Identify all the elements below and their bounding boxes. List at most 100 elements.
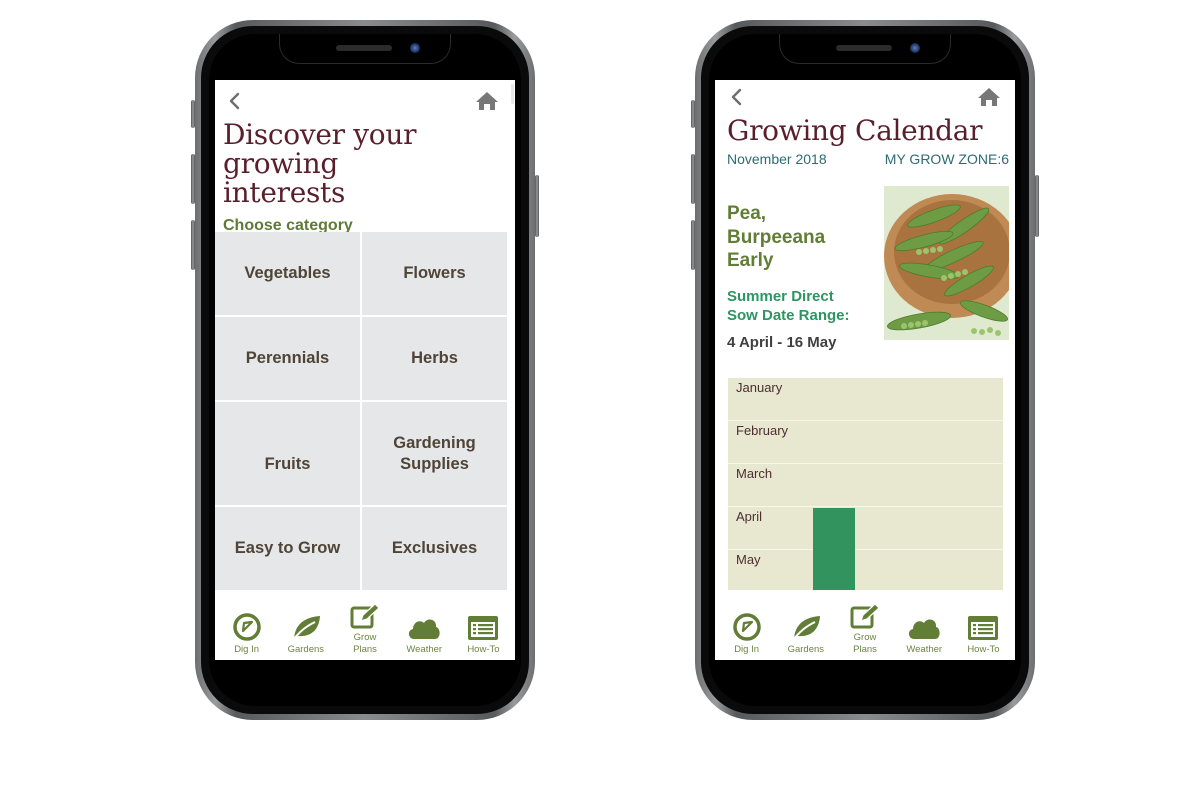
tab-how-to[interactable]: How-To: [454, 614, 513, 656]
sow-label-line-2: Sow Date Range:: [727, 306, 850, 324]
tab-label: Gardens: [787, 644, 825, 655]
tab-dig-in[interactable]: Dig In: [717, 612, 776, 656]
tab-label: Grow Plans: [853, 632, 877, 656]
sow-date-range: 4 April - 16 May: [727, 333, 837, 351]
compass-icon: [232, 613, 261, 641]
sow-range-bar: [813, 508, 855, 593]
tab-label-line-1: Grow: [353, 632, 377, 643]
home-icon[interactable]: [977, 86, 1001, 108]
tab-label: Dig In: [734, 644, 760, 655]
speaker: [336, 45, 392, 51]
list-icon: [468, 616, 499, 640]
grow-zone[interactable]: MY GROW ZONE:6: [885, 151, 1009, 167]
phone-frame-right: Growing Calendar November 2018 MY GROW Z…: [691, 20, 1039, 720]
front-camera: [410, 43, 420, 53]
category-easy-to-grow[interactable]: Easy to Grow: [215, 507, 360, 590]
volume-down-button: [191, 220, 195, 270]
volume-up-button: [191, 154, 195, 204]
tab-label-line-2: Plans: [853, 644, 877, 655]
tile-label-line-2: Supplies: [400, 454, 469, 473]
category-fruits[interactable]: Fruits: [215, 402, 360, 505]
speaker: [836, 45, 892, 51]
page-title: Growing Calendar: [727, 114, 983, 147]
tab-label: Gardens: [287, 644, 325, 655]
list-icon: [968, 616, 999, 640]
tab-label: Weather: [406, 644, 443, 655]
category-vegetables[interactable]: Vegetables: [215, 232, 360, 315]
mute-switch: [191, 100, 195, 128]
tab-label: Dig In: [234, 644, 260, 655]
plant-info: Pea, Burpeeana Early Summer Direct Sow D…: [727, 202, 850, 351]
category-exclusives[interactable]: Exclusives: [362, 507, 507, 590]
power-button: [535, 175, 539, 237]
sow-label-line-1: Summer Direct: [727, 287, 834, 305]
mute-switch: [691, 100, 695, 128]
calendar-row-february: February: [728, 421, 1003, 464]
tab-label-line-1: Grow: [853, 632, 877, 643]
category-gardening-supplies[interactable]: Gardening Supplies: [362, 402, 507, 505]
title-line-2: interests: [223, 176, 346, 209]
chevron-left-icon[interactable]: [727, 86, 747, 108]
tab-label-line-2: Plans: [353, 644, 377, 655]
tab-label: How-To: [967, 644, 1000, 655]
volume-up-button: [691, 154, 695, 204]
home-icon[interactable]: [475, 90, 499, 112]
calendar-row-april: April: [728, 507, 1003, 550]
calendar-screen: Growing Calendar November 2018 MY GROW Z…: [715, 80, 1015, 660]
title-line-1: Discover your growing: [223, 118, 417, 180]
tab-grow-plans[interactable]: Grow Plans: [835, 602, 894, 656]
cloud-icon: [409, 619, 440, 639]
tab-grow-plans[interactable]: Grow Plans: [335, 602, 394, 656]
leaf-icon: [292, 616, 320, 641]
page-title: Discover your growing interests: [215, 120, 515, 207]
edit-icon: [850, 603, 880, 629]
tab-label: Grow Plans: [353, 632, 377, 656]
plant-photo: [884, 186, 1009, 340]
edit-icon: [350, 603, 380, 629]
plant-name-line-1: Pea,: [727, 203, 767, 224]
category-grid: Vegetables Flowers Perennials Herbs Frui…: [215, 232, 507, 590]
category-perennials[interactable]: Perennials: [215, 317, 360, 400]
sow-date-label: Summer Direct Sow Date Range:: [727, 287, 850, 325]
chevron-left-icon[interactable]: [225, 90, 245, 112]
tab-gardens[interactable]: Gardens: [276, 612, 335, 656]
tab-dig-in[interactable]: Dig In: [217, 612, 276, 656]
bottom-tab-bar: Dig In Gardens Grow Plans Weather How-To: [715, 590, 1015, 660]
bottom-tab-bar: Dig In Gardens Grow Plans Weather How-To: [215, 590, 515, 660]
tab-weather[interactable]: Weather: [395, 614, 454, 656]
tab-label: How-To: [467, 644, 500, 655]
phone-frame-left: Discover your growing interests Choose c…: [191, 20, 539, 720]
power-button: [1035, 175, 1039, 237]
notch: [279, 34, 451, 64]
tab-weather[interactable]: Weather: [895, 614, 954, 656]
tab-label: Weather: [906, 644, 943, 655]
category-herbs[interactable]: Herbs: [362, 317, 507, 400]
month-label: May: [736, 552, 761, 567]
calendar-row-january: January: [728, 378, 1003, 421]
month-label: February: [736, 423, 789, 438]
meta-row: November 2018 MY GROW ZONE:6: [715, 151, 1015, 167]
cloud-icon: [909, 619, 940, 639]
tab-gardens[interactable]: Gardens: [776, 612, 835, 656]
top-bar: [215, 80, 515, 120]
plant-name: Pea, Burpeeana Early: [727, 202, 850, 273]
category-screen: Discover your growing interests Choose c…: [215, 80, 515, 660]
pea-image: [884, 186, 1009, 340]
month-label: January: [736, 380, 783, 395]
plant-name-line-3: Early: [727, 250, 774, 271]
volume-down-button: [691, 220, 695, 270]
front-camera: [910, 43, 920, 53]
month-label: March: [736, 466, 773, 481]
calendar-row-march: March: [728, 464, 1003, 507]
category-flowers[interactable]: Flowers: [362, 232, 507, 315]
current-date: November 2018: [727, 151, 827, 167]
calendar-row-may: May: [728, 550, 1003, 593]
plant-name-line-2: Burpeeana: [727, 226, 826, 248]
top-bar: [715, 80, 1015, 116]
compass-icon: [732, 613, 761, 641]
tab-how-to[interactable]: How-To: [954, 614, 1013, 656]
growing-calendar-chart: January February March April May: [728, 378, 1003, 593]
tile-label-line-1: Gardening: [393, 433, 476, 452]
month-label: April: [736, 509, 763, 524]
notch: [779, 34, 951, 64]
